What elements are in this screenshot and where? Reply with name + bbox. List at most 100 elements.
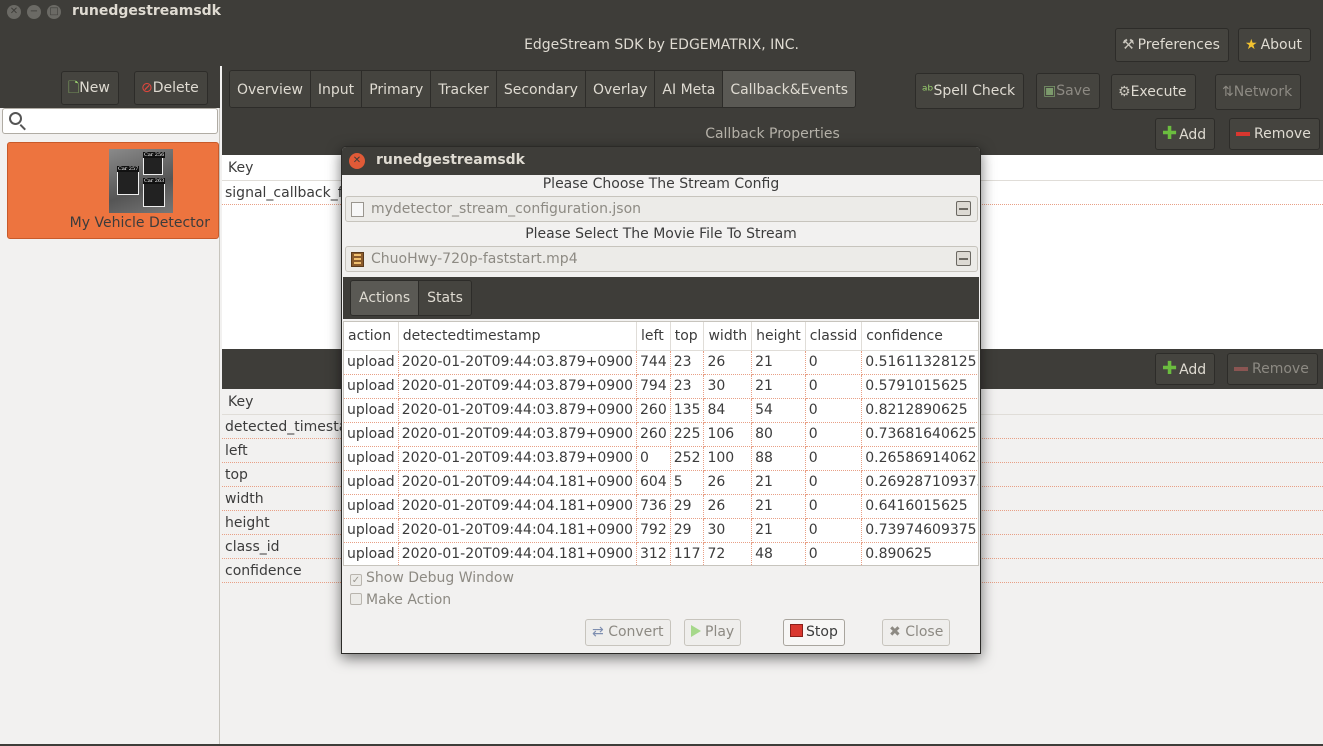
table-row[interactable]: upload 2020-01-20T09:44:04.181+0900 604 5 26…: [344, 470, 978, 495]
preferences-button[interactable]: ⚒ Preferences: [1115, 28, 1229, 62]
make-action-checkbox[interactable]: Make Action: [350, 592, 451, 608]
tools-icon: ⚒: [1122, 37, 1135, 53]
search-input[interactable]: [27, 111, 213, 131]
cell-left: 312: [636, 542, 671, 565]
event-remove-button[interactable]: Remove: [1227, 353, 1318, 385]
cell-classid: 0: [805, 542, 863, 565]
cell-height: 21: [751, 494, 806, 519]
cell-height: 21: [751, 518, 806, 543]
cell-width: 30: [703, 518, 753, 543]
tab-tracker[interactable]: Tracker: [431, 71, 497, 107]
window-title: runedgestreamsdk: [72, 3, 221, 19]
cell-action: upload: [344, 446, 399, 471]
table-row[interactable]: upload 2020-01-20T09:44:03.879+0900 0 252 10…: [344, 446, 978, 471]
column-header-left[interactable]: left: [636, 322, 671, 351]
new-file-icon: 🗋: [68, 80, 80, 96]
thumb-label: Car 263: [143, 178, 166, 184]
stop-button[interactable]: Stop: [783, 619, 845, 646]
dialog-close-icon[interactable]: ✕: [349, 153, 365, 169]
cell-height: 21: [751, 350, 806, 375]
open-folder-icon[interactable]: [956, 201, 971, 216]
column-header-detectedtimestamp[interactable]: detectedtimestamp: [398, 322, 638, 351]
column-header-width[interactable]: width: [703, 322, 753, 351]
cell-classid: 0: [805, 446, 863, 471]
plus-icon: ✚: [1162, 123, 1178, 144]
cell-detectedtimestamp: 2020-01-20T09:44:04.181+0900: [398, 518, 638, 543]
open-folder-icon[interactable]: [956, 251, 971, 266]
table-row[interactable]: upload 2020-01-20T09:44:04.181+0900 736 29 2…: [344, 494, 978, 519]
cell-action: upload: [344, 398, 399, 423]
play-label: Play: [705, 624, 735, 640]
header-bar: EdgeStream SDK by EDGEMATRIX, INC. ⚒ Pref…: [0, 24, 1323, 66]
delete-button[interactable]: ⊘Delete: [134, 71, 208, 105]
column-header-action[interactable]: action: [344, 322, 399, 351]
window-close-icon[interactable]: ✕: [7, 5, 21, 19]
dialog-titlebar: ✕ runedgestreamsdk: [342, 147, 980, 175]
star-icon: ★: [1245, 37, 1258, 53]
cell-detectedtimestamp: 2020-01-20T09:44:03.879+0900: [398, 422, 638, 447]
cell-confidence: 0.265869140625: [861, 446, 978, 471]
about-button[interactable]: ★ About: [1238, 28, 1311, 62]
tab-overview[interactable]: Overview: [230, 71, 311, 107]
tab-ai-meta[interactable]: AI Meta: [655, 71, 724, 107]
search-field[interactable]: [2, 108, 218, 134]
column-header-top[interactable]: top: [670, 322, 705, 351]
film-icon: [351, 252, 364, 267]
cell-detectedtimestamp: 2020-01-20T09:44:04.181+0900: [398, 470, 638, 495]
cell-classid: 0: [805, 470, 863, 495]
network-button[interactable]: ⇅Network: [1215, 74, 1302, 110]
table-row[interactable]: upload 2020-01-20T09:44:03.879+0900 260 225…: [344, 422, 978, 447]
dialog-tab-actions[interactable]: Actions: [351, 281, 420, 315]
dialog-tab-stats[interactable]: Stats: [419, 281, 471, 315]
window-minimize-icon[interactable]: −: [27, 5, 41, 19]
new-button[interactable]: 🗋New: [61, 71, 119, 105]
cell-left: 794: [636, 374, 671, 399]
convert-button[interactable]: ⇄ Convert: [585, 619, 671, 646]
cell-classid: 0: [805, 422, 863, 447]
callback-add-button[interactable]: ✚ Add: [1155, 118, 1216, 150]
search-icon: [9, 112, 22, 125]
spell-check-button[interactable]: ᵃᵇSpell Check: [915, 73, 1025, 109]
cell-height: 48: [751, 542, 806, 565]
cell-width: 26: [703, 494, 753, 519]
show-debug-label: Show Debug Window: [366, 570, 514, 586]
show-debug-checkbox[interactable]: ✓ Show Debug Window: [350, 570, 514, 586]
table-row[interactable]: upload 2020-01-20T09:44:03.879+0900 794 23 3…: [344, 374, 978, 399]
tab-secondary[interactable]: Secondary: [496, 71, 586, 107]
actions-table[interactable]: action detectedtimestamp left top width heigh…: [343, 321, 979, 566]
cell-height: 21: [751, 470, 806, 495]
table-row[interactable]: upload 2020-01-20T09:44:04.181+0900 312 117…: [344, 542, 978, 565]
table-row[interactable]: upload 2020-01-20T09:44:03.879+0900 260 135…: [344, 398, 978, 423]
tab-callback-events[interactable]: Callback&Events: [723, 71, 856, 107]
movie-file-chooser[interactable]: ChuoHwy-720p-faststart.mp4: [345, 246, 978, 272]
cell-top: 117: [670, 542, 705, 565]
event-add-button[interactable]: ✚ Add: [1155, 353, 1216, 385]
save-button[interactable]: ▣Save: [1036, 73, 1100, 109]
cell-detectedtimestamp: 2020-01-20T09:44:04.181+0900: [398, 542, 638, 565]
tab-overlay[interactable]: Overlay: [585, 71, 656, 107]
remove-label: Remove: [1252, 361, 1309, 377]
close-button[interactable]: ✖ Close: [882, 619, 951, 646]
cell-action: upload: [344, 422, 399, 447]
table-row[interactable]: upload 2020-01-20T09:44:03.879+0900 744 23 2…: [344, 350, 978, 375]
tab-primary[interactable]: Primary: [362, 71, 432, 107]
window-maximize-icon[interactable]: □: [47, 5, 61, 19]
close-x-icon: ✖: [889, 624, 901, 640]
execute-button[interactable]: ⚙Execute: [1111, 74, 1196, 110]
cell-action: upload: [344, 542, 399, 565]
spell-check-label: Spell Check: [933, 83, 1016, 99]
car-box: [117, 171, 139, 195]
config-file-chooser[interactable]: mydetector_stream_configuration.json: [345, 196, 978, 222]
column-header-height[interactable]: height: [751, 322, 806, 351]
cell-detectedtimestamp: 2020-01-20T09:44:04.181+0900: [398, 494, 638, 519]
tab-input[interactable]: Input: [310, 71, 363, 107]
callback-remove-button[interactable]: Remove: [1229, 118, 1320, 150]
cell-width: 84: [703, 398, 753, 423]
table-row[interactable]: upload 2020-01-20T09:44:04.181+0900 792 29 3…: [344, 518, 978, 543]
cell-left: 792: [636, 518, 671, 543]
column-header-confidence[interactable]: confidence: [861, 322, 978, 351]
play-button[interactable]: Play: [684, 619, 742, 646]
column-header-classid[interactable]: classid: [805, 322, 863, 351]
delete-label: Delete: [152, 80, 199, 96]
sidebar-item-vehicle-detector[interactable]: Car 256 Car 257 Car 263 My Vehicle Detec…: [7, 142, 219, 239]
